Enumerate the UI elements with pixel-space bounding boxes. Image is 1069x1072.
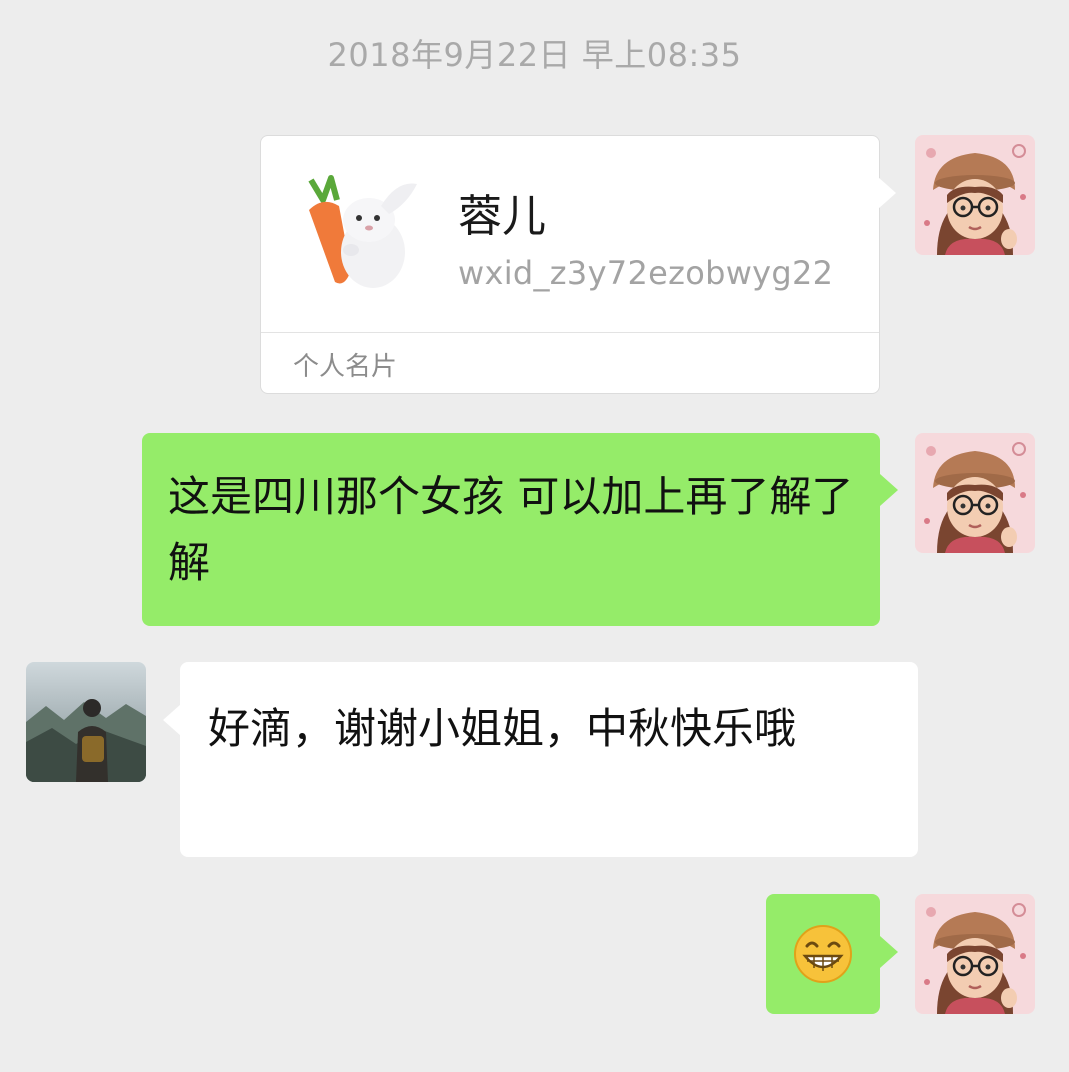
card-divider — [261, 332, 879, 333]
grinning-face-emoji-icon — [793, 924, 853, 984]
received-message-bubble[interactable]: 好滴，谢谢小姐姐，中秋快乐哦 — [180, 662, 918, 857]
my-avatar[interactable] — [915, 433, 1035, 553]
chat-timestamp: 2018年9月22日 早上08:35 — [327, 36, 742, 74]
card-tail — [878, 177, 896, 209]
sent-emoji-bubble[interactable] — [766, 894, 880, 1014]
bubble-tail — [163, 704, 181, 736]
my-avatar[interactable] — [915, 894, 1035, 1014]
bubble-tail — [880, 936, 898, 968]
contact-name: 蓉儿 — [458, 191, 546, 242]
contact-avatar[interactable] — [26, 662, 146, 782]
message-text: 这是四川那个女孩 可以加上再了解了解 — [168, 472, 854, 587]
message-text: 好滴，谢谢小姐姐，中秋快乐哦 — [208, 704, 797, 753]
rabbit-with-carrot-icon — [293, 170, 423, 300]
contact-card[interactable]: 蓉儿 wxid_z3y72ezobwyg22 个人名片 — [260, 135, 880, 394]
card-type-label: 个人名片 — [293, 352, 398, 382]
contact-wxid: wxid_z3y72ezobwyg22 — [458, 254, 834, 292]
my-avatar[interactable] — [915, 135, 1035, 255]
bubble-tail — [880, 474, 898, 506]
sent-message-bubble[interactable]: 这是四川那个女孩 可以加上再了解了解 — [142, 433, 880, 626]
